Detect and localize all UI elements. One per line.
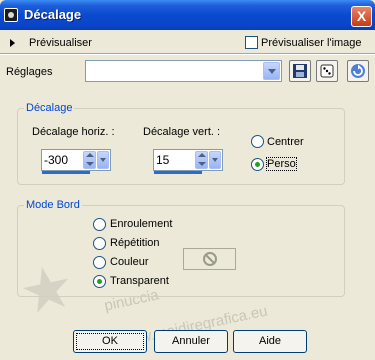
window-title: Décalage: [24, 7, 82, 22]
vert-offset-up-down-icon[interactable]: [195, 151, 208, 169]
edge-mode-group: [17, 205, 345, 297]
vert-offset-slider[interactable]: [154, 171, 202, 174]
repeat-radio-label[interactable]: Répétition: [110, 237, 160, 249]
transparent-radio[interactable]: [93, 275, 106, 288]
offset-group-legend: Décalage: [24, 102, 75, 114]
vert-offset-spinner[interactable]: 15: [153, 149, 223, 174]
vert-offset-label: Décalage vert. :: [143, 126, 221, 138]
app-icon: [4, 8, 18, 22]
title-bar[interactable]: Décalage X: [0, 0, 375, 30]
vert-offset-value[interactable]: 15: [156, 153, 169, 167]
custom-radio-label[interactable]: Perso: [266, 157, 297, 171]
horiz-offset-label: Décalage horiz. :: [32, 126, 115, 138]
color-radio-label[interactable]: Couleur: [110, 256, 149, 268]
presets-label: Réglages: [6, 66, 53, 78]
help-button[interactable]: Aide: [233, 330, 307, 353]
wrap-radio-label[interactable]: Enroulement: [110, 218, 172, 230]
reset-arrow-icon: [351, 64, 365, 78]
horiz-offset-dropdown-icon[interactable]: [97, 151, 109, 169]
edge-mode-legend: Mode Bord: [24, 199, 82, 211]
floppy-disk-icon: [293, 64, 307, 78]
chevron-down-icon[interactable]: [263, 62, 280, 80]
preview-image-checkbox[interactable]: [245, 36, 258, 49]
repeat-radio[interactable]: [93, 237, 106, 250]
custom-radio[interactable]: [251, 158, 264, 171]
center-radio-label[interactable]: Centrer: [267, 136, 304, 148]
save-preset-button[interactable]: [289, 60, 311, 82]
ok-button[interactable]: OK: [73, 330, 147, 353]
no-color-icon: [203, 252, 217, 266]
reset-button[interactable]: [347, 60, 369, 82]
transparent-radio-label[interactable]: Transparent: [110, 275, 169, 287]
horiz-offset-slider[interactable]: [42, 171, 90, 174]
center-radio[interactable]: [251, 135, 264, 148]
presets-combo[interactable]: [85, 60, 282, 82]
preview-label[interactable]: Prévisualiser: [29, 37, 92, 49]
color-radio[interactable]: [93, 256, 106, 269]
vert-offset-dropdown-icon[interactable]: [209, 151, 221, 169]
cancel-button[interactable]: Annuler: [154, 330, 228, 353]
dice-icon: [320, 64, 334, 78]
close-button[interactable]: X: [351, 6, 372, 27]
wrap-radio[interactable]: [93, 218, 106, 231]
color-swatch-disabled: [183, 248, 236, 270]
horiz-offset-up-down-icon[interactable]: [83, 151, 96, 169]
horiz-offset-spinner[interactable]: -300: [41, 149, 111, 174]
preview-image-label[interactable]: Prévisualiser l'image: [261, 37, 362, 49]
horiz-offset-value[interactable]: -300: [44, 153, 68, 167]
separator: [0, 53, 375, 55]
randomize-button[interactable]: [316, 60, 338, 82]
preview-expand-icon[interactable]: [10, 39, 15, 47]
